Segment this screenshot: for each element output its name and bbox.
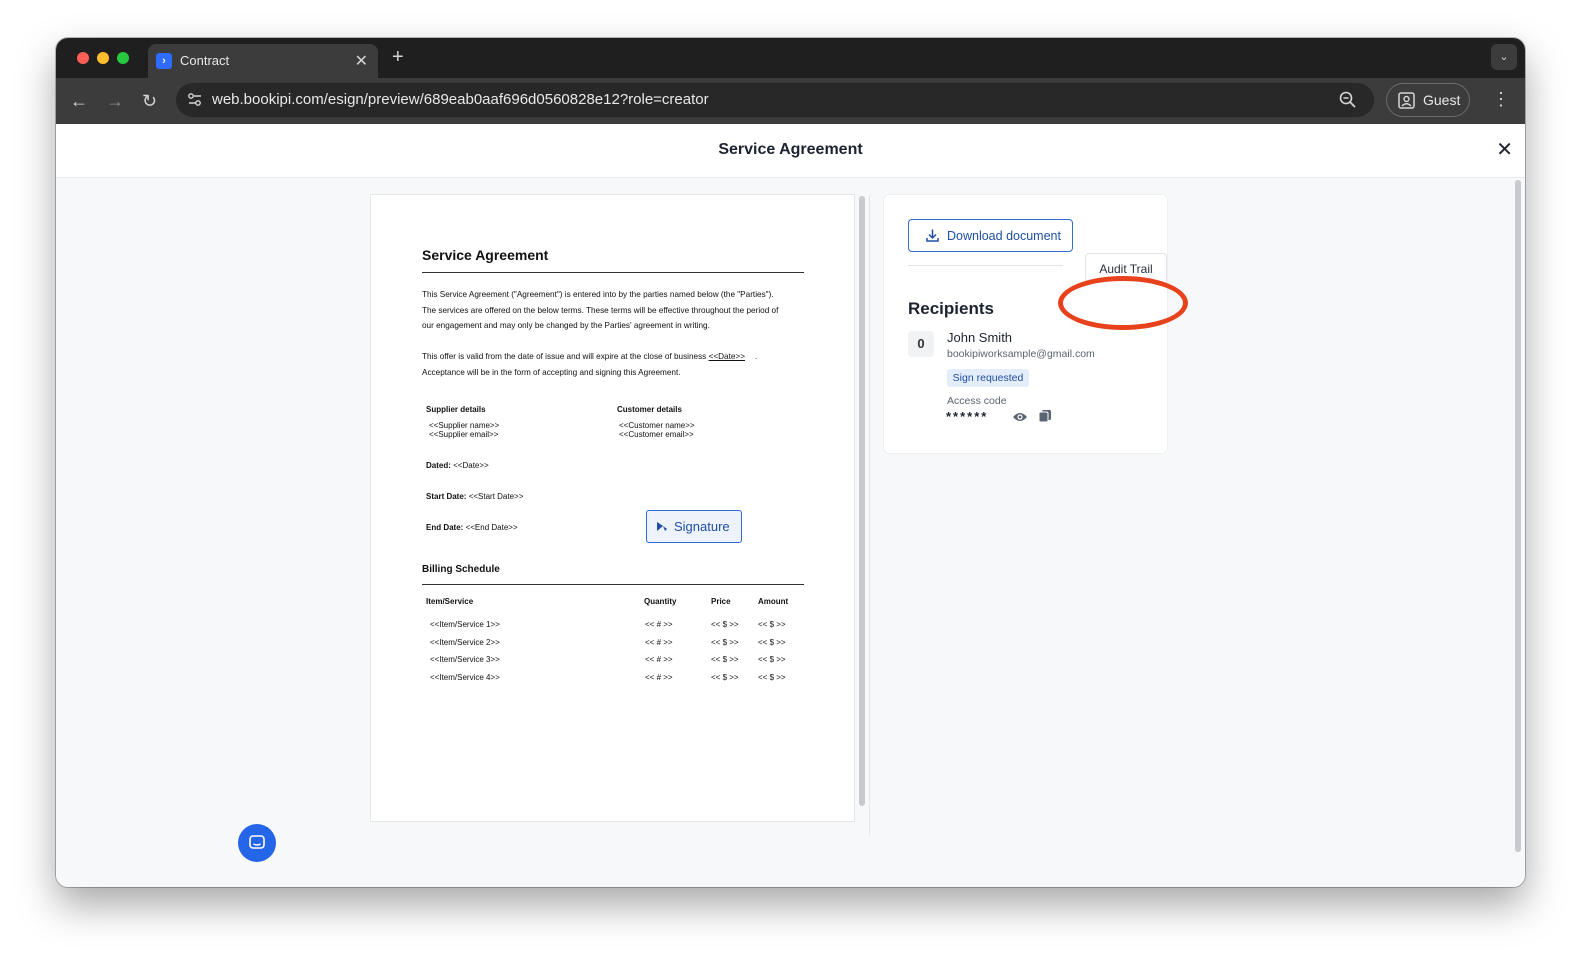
close-tab-icon[interactable]: ✕ bbox=[355, 51, 368, 71]
start-date-value: <<Start Date>> bbox=[468, 492, 524, 501]
supplier-email: <<Supplier email>> bbox=[429, 430, 499, 439]
bookipi-favicon-icon: › bbox=[156, 53, 172, 69]
highlight-annotation-ring bbox=[1058, 276, 1188, 330]
recipient-email: bookipiworksample@gmail.com bbox=[947, 348, 1095, 360]
table-cell: <<Item/Service 1>> bbox=[430, 620, 500, 629]
table-cell: << $ >> bbox=[758, 673, 786, 682]
intro-paragraph: This Service Agreement ("Agreement") is … bbox=[422, 287, 806, 334]
column-header-amount: Amount bbox=[758, 597, 789, 606]
document-heading: Service Agreement bbox=[422, 247, 549, 263]
supplier-heading: Supplier details bbox=[426, 405, 486, 414]
tab-divider bbox=[908, 265, 1063, 266]
customer-email: <<Customer email>> bbox=[619, 430, 694, 439]
chat-icon bbox=[249, 835, 265, 856]
offer-line-text: This offer is valid from the date of iss… bbox=[422, 352, 709, 361]
end-date-value: <<End Date>> bbox=[465, 523, 518, 532]
close-preview-icon[interactable]: ✕ bbox=[1496, 138, 1513, 162]
person-badge-icon bbox=[1398, 92, 1415, 109]
profile-guest-button[interactable]: Guest bbox=[1386, 83, 1470, 117]
back-arrow-icon[interactable]: ← bbox=[70, 90, 88, 112]
access-code-value: ****** bbox=[946, 409, 989, 424]
site-settings-icon[interactable] bbox=[186, 91, 204, 109]
browser-tab[interactable]: › Contract ✕ bbox=[148, 44, 378, 78]
table-cell: << $ >> bbox=[711, 655, 739, 664]
table-cell: << $ >> bbox=[758, 655, 786, 664]
table-cell: << # >> bbox=[645, 620, 673, 629]
dated-value: <<Date>> bbox=[453, 461, 489, 470]
signing-order-badge: 0 bbox=[908, 331, 934, 357]
status-badge: Sign requested bbox=[947, 369, 1029, 387]
table-cell: << # >> bbox=[645, 673, 673, 682]
start-date-row: Start Date: <<Start Date>> bbox=[426, 492, 523, 501]
tab-bar: › Contract ✕ + ⌄ bbox=[56, 38, 1525, 78]
table-cell: << # >> bbox=[645, 655, 673, 664]
end-date-row: End Date: <<End Date>> bbox=[426, 523, 518, 532]
document-preview: Service Agreement This Service Agreement… bbox=[370, 194, 855, 822]
download-icon bbox=[926, 229, 939, 242]
signature-label: Signature bbox=[674, 519, 730, 534]
customer-name: <<Customer name>> bbox=[619, 421, 695, 430]
page-header: Service Agreement ✕ bbox=[56, 124, 1525, 178]
reload-icon[interactable]: ↻ bbox=[142, 90, 157, 112]
table-cell: << $ >> bbox=[711, 673, 739, 682]
end-date-label: End Date: bbox=[426, 523, 464, 532]
start-date-label: Start Date: bbox=[426, 492, 467, 501]
esign-preview-page: Service Agreement ✕ Service Agreement Th… bbox=[56, 124, 1525, 887]
table-cell: << $ >> bbox=[758, 620, 786, 629]
offer-line: This offer is valid from the date of iss… bbox=[422, 352, 758, 361]
copy-icon[interactable] bbox=[1038, 409, 1052, 423]
billing-heading: Billing Schedule bbox=[422, 564, 500, 575]
download-label: Download document bbox=[947, 229, 1061, 243]
customer-heading: Customer details bbox=[617, 405, 682, 414]
zoom-window-button[interactable] bbox=[117, 52, 129, 64]
offer-date: <<Date>> bbox=[708, 352, 745, 361]
eye-icon[interactable] bbox=[1012, 411, 1028, 423]
recipient-name: John Smith bbox=[947, 330, 1013, 345]
table-cell: <<Item/Service 4>> bbox=[430, 673, 500, 682]
tab-title: Contract bbox=[180, 53, 230, 68]
url-text: web.bookipi.com/esign/preview/689eab0aaf… bbox=[212, 91, 709, 108]
intro-line: our engagement and may only be changed b… bbox=[422, 321, 710, 330]
tab-search-chevron-icon[interactable]: ⌄ bbox=[1491, 44, 1517, 70]
column-header-price: Price bbox=[711, 597, 731, 606]
intro-line: The services are offered on the below te… bbox=[422, 305, 779, 315]
profile-label: Guest bbox=[1423, 92, 1461, 108]
supplier-name: <<Supplier name>> bbox=[429, 421, 500, 430]
table-cell: << $ >> bbox=[711, 620, 739, 629]
table-cell: << $ >> bbox=[758, 638, 786, 647]
heading-divider bbox=[422, 272, 804, 273]
column-divider bbox=[869, 196, 870, 836]
pen-nib-icon bbox=[657, 522, 667, 531]
close-window-button[interactable] bbox=[77, 52, 89, 64]
table-cell: <<Item/Service 2>> bbox=[430, 638, 500, 647]
address-bar[interactable]: web.bookipi.com/esign/preview/689eab0aaf… bbox=[176, 83, 1374, 117]
access-code-label: Access code bbox=[947, 395, 1007, 407]
column-header-item: Item/Service bbox=[426, 597, 474, 606]
recipients-heading: Recipients bbox=[908, 299, 994, 318]
dated-label: Dated: bbox=[426, 461, 451, 470]
intro-line: This Service Agreement ("Agreement") is … bbox=[422, 290, 774, 299]
zoom-magnifier-icon[interactable] bbox=[1338, 90, 1358, 110]
table-cell: << $ >> bbox=[711, 638, 739, 647]
signature-field-button[interactable]: Signature bbox=[646, 510, 742, 543]
browser-window: › Contract ✕ + ⌄ ← → ↻ web.bookipi.com/e… bbox=[56, 38, 1525, 887]
dated-row: Dated: <<Date>> bbox=[426, 461, 489, 470]
browser-menu-icon[interactable]: ⋮ bbox=[1492, 88, 1510, 110]
forward-arrow-icon[interactable]: → bbox=[106, 90, 124, 112]
offer-paragraph: This offer is valid from the date of iss… bbox=[422, 349, 806, 380]
document-scrollbar[interactable] bbox=[859, 196, 865, 806]
table-cell: <<Item/Service 3>> bbox=[430, 655, 500, 664]
page-scrollbar[interactable] bbox=[1515, 180, 1521, 852]
browser-toolbar: ← → ↻ web.bookipi.com/esign/preview/689e… bbox=[56, 78, 1525, 124]
chat-support-button[interactable] bbox=[238, 824, 276, 862]
download-document-button[interactable]: Download document bbox=[908, 219, 1073, 252]
page-title: Service Agreement bbox=[718, 141, 863, 158]
table-cell: << # >> bbox=[645, 638, 673, 647]
new-tab-button[interactable]: + bbox=[392, 46, 404, 69]
billing-divider bbox=[422, 584, 804, 585]
offer-line: Acceptance will be in the form of accept… bbox=[422, 367, 681, 377]
minimize-window-button[interactable] bbox=[97, 52, 109, 64]
column-header-quantity: Quantity bbox=[644, 597, 677, 606]
